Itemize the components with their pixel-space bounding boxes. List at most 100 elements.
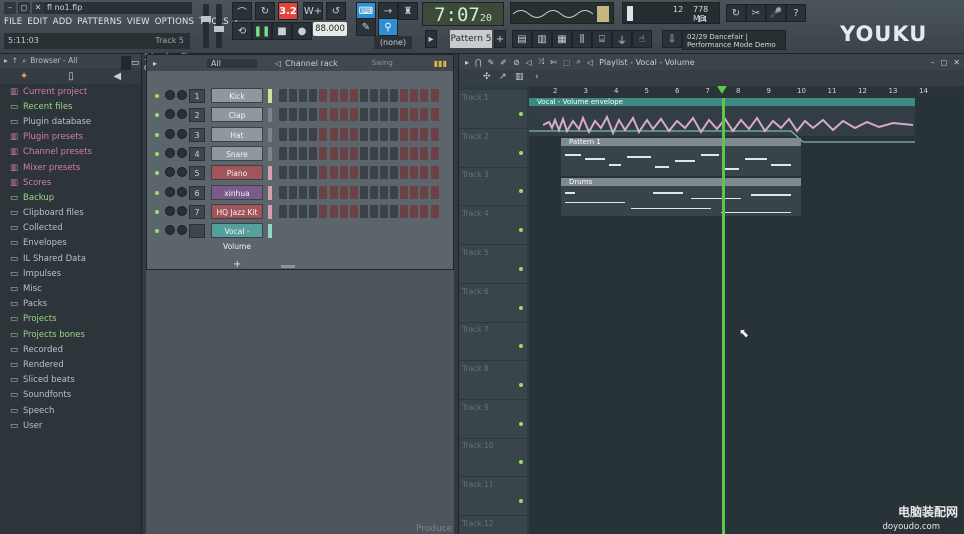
plugin-icon[interactable]: ⏚ bbox=[612, 30, 632, 48]
add-channel-button[interactable]: + bbox=[233, 259, 241, 270]
step-button[interactable] bbox=[369, 166, 378, 180]
browser-icon[interactable]: ⌸ bbox=[592, 30, 612, 48]
track-header[interactable]: Track 2 bbox=[459, 129, 527, 168]
playhead-marker-icon[interactable] bbox=[717, 86, 727, 94]
pan-knob[interactable] bbox=[177, 225, 187, 236]
pattern-prev-icon[interactable]: ▸ bbox=[425, 30, 437, 48]
browser-item[interactable]: ▭ Plugin database bbox=[0, 114, 141, 129]
volume-knob[interactable] bbox=[165, 109, 175, 120]
step-button[interactable] bbox=[299, 185, 308, 199]
track-header[interactable]: Track 4 bbox=[459, 206, 527, 246]
step-button[interactable] bbox=[420, 185, 429, 199]
arrow-icon[interactable]: ▸ bbox=[153, 59, 157, 68]
browser-item[interactable]: ▭ Projects bones bbox=[0, 327, 141, 342]
step-edit-icon[interactable]: W+ bbox=[303, 2, 323, 20]
step-button[interactable] bbox=[420, 204, 429, 218]
channel-select[interactable] bbox=[268, 185, 272, 200]
step-button[interactable] bbox=[369, 108, 378, 122]
step-button[interactable] bbox=[400, 166, 409, 180]
tab-files-icon[interactable]: ▯ bbox=[68, 71, 74, 82]
step-button[interactable] bbox=[420, 146, 429, 160]
step-button[interactable] bbox=[380, 127, 388, 141]
wait-icon[interactable]: ↻ bbox=[255, 2, 275, 20]
menu-view[interactable]: VIEW bbox=[127, 17, 150, 27]
step-button[interactable] bbox=[319, 166, 328, 180]
channel-name-button[interactable]: Kick bbox=[211, 88, 263, 103]
master-pitch-slider[interactable] bbox=[214, 4, 224, 48]
channel-led[interactable] bbox=[155, 229, 159, 234]
pan-knob[interactable] bbox=[177, 90, 187, 100]
pan-knob[interactable] bbox=[177, 167, 187, 178]
step-button[interactable] bbox=[299, 166, 308, 180]
channel-led[interactable] bbox=[155, 132, 159, 137]
loop-record-icon[interactable]: ↺ bbox=[326, 2, 346, 20]
step-button[interactable] bbox=[339, 127, 348, 141]
channel-led[interactable] bbox=[155, 190, 159, 195]
step-button[interactable] bbox=[319, 108, 328, 122]
filter-select[interactable]: All bbox=[207, 58, 258, 68]
refresh-icon[interactable]: ↻ bbox=[726, 4, 746, 22]
step-button[interactable] bbox=[299, 146, 308, 160]
step-button[interactable] bbox=[390, 185, 399, 199]
step-button[interactable] bbox=[359, 185, 368, 199]
channel-name-button[interactable]: Hat bbox=[211, 126, 263, 142]
channel-select[interactable] bbox=[268, 204, 272, 219]
menu-edit[interactable]: EDIT bbox=[27, 17, 47, 27]
pan-knob[interactable] bbox=[177, 109, 187, 120]
close-icon[interactable]: ✕ bbox=[32, 2, 44, 14]
step-button[interactable] bbox=[299, 127, 308, 141]
metronome-icon[interactable]: ⌒ bbox=[232, 2, 252, 20]
track-led[interactable] bbox=[519, 460, 523, 465]
channel-name-button[interactable]: Clap bbox=[211, 107, 263, 123]
pan-knob[interactable] bbox=[177, 205, 187, 216]
master-volume-slider[interactable] bbox=[201, 4, 211, 48]
step-button[interactable] bbox=[329, 127, 338, 141]
step-button[interactable] bbox=[380, 185, 388, 199]
arrow-icon[interactable]: ▸ bbox=[4, 56, 8, 66]
browser-item[interactable]: ▭ Backup bbox=[0, 190, 141, 205]
volume-knob[interactable] bbox=[165, 205, 175, 216]
step-button[interactable] bbox=[410, 146, 419, 160]
step-button[interactable] bbox=[309, 108, 318, 122]
step-button[interactable] bbox=[400, 108, 409, 122]
arrow-icon[interactable]: ▸ bbox=[465, 58, 469, 67]
step-button[interactable] bbox=[410, 127, 419, 141]
tab-all-icon[interactable]: ✦ bbox=[20, 71, 28, 82]
channel-select[interactable] bbox=[268, 166, 272, 181]
step-button[interactable] bbox=[400, 127, 409, 141]
step-button[interactable] bbox=[430, 89, 439, 102]
volume-knob[interactable] bbox=[165, 225, 175, 236]
pan-knob[interactable] bbox=[177, 186, 187, 197]
channel-name-button[interactable]: xinhua bbox=[211, 184, 263, 200]
menu-patterns[interactable]: PATTERNS bbox=[77, 17, 122, 27]
step-button[interactable] bbox=[380, 89, 388, 102]
browser-item[interactable]: ▭ User bbox=[0, 418, 141, 433]
step-button[interactable] bbox=[319, 185, 328, 199]
microphone-icon[interactable]: 🎤 bbox=[766, 4, 786, 22]
pan-knob[interactable] bbox=[177, 128, 187, 139]
step-button[interactable] bbox=[309, 185, 318, 199]
bars-icon[interactable]: ▮▮▮ bbox=[434, 59, 447, 68]
browser-item[interactable]: ▭ Recorded bbox=[0, 342, 141, 357]
step-button[interactable] bbox=[339, 185, 348, 199]
step-button[interactable] bbox=[390, 204, 399, 218]
browser-item[interactable]: ▭ Speech bbox=[0, 403, 141, 418]
browser-item[interactable]: ▭ Clipboard files bbox=[0, 206, 141, 221]
snap-select[interactable]: (none) bbox=[374, 36, 412, 49]
track-header[interactable]: Track 9 bbox=[459, 400, 527, 439]
playback-icon[interactable]: ◁ bbox=[587, 58, 593, 67]
pattern-mode-button[interactable]: 3.2 bbox=[278, 2, 298, 20]
download-icon[interactable]: ⇩ bbox=[662, 30, 682, 48]
timeline-ruler[interactable]: 2 3 4 5 6 7 8 9 10 11 12 13 14 bbox=[529, 86, 964, 98]
close-icon[interactable]: ✕ bbox=[953, 58, 960, 67]
menu-add[interactable]: ADD bbox=[53, 17, 73, 27]
step-button[interactable] bbox=[420, 108, 429, 122]
scroll-left-icon[interactable]: ‹ bbox=[535, 72, 539, 82]
channel-select[interactable] bbox=[268, 127, 272, 142]
restore-icon[interactable]: ◻ bbox=[18, 2, 30, 14]
step-button[interactable] bbox=[369, 185, 378, 199]
mixer-icon[interactable]: ♜ bbox=[398, 2, 418, 20]
step-button[interactable] bbox=[339, 166, 348, 180]
channel-number[interactable]: 2 bbox=[189, 108, 205, 123]
step-button[interactable] bbox=[349, 185, 358, 199]
